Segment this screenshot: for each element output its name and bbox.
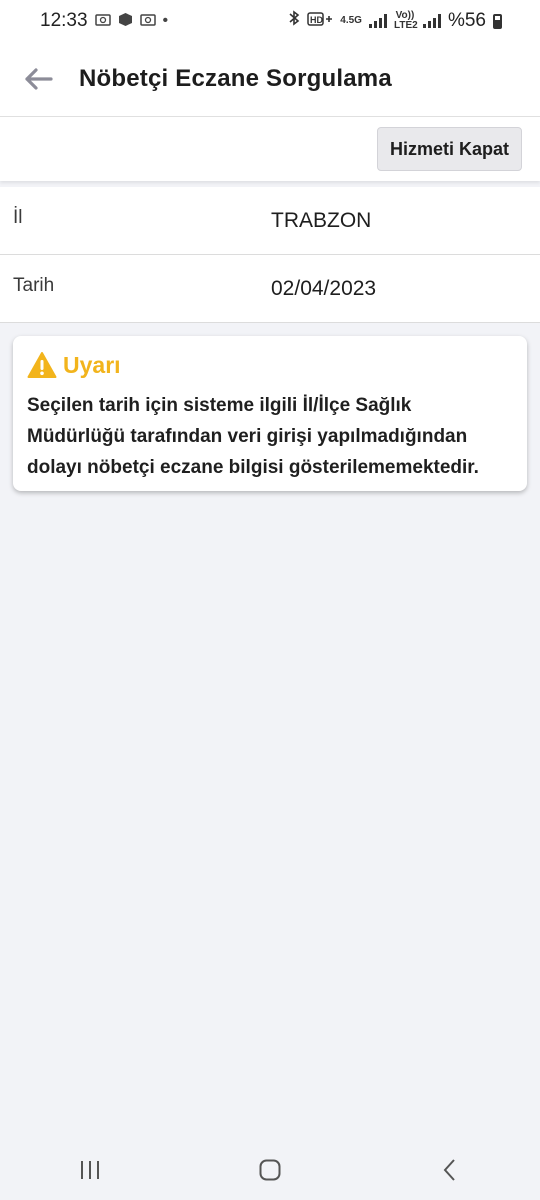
battery-icon	[493, 13, 502, 29]
home-icon	[259, 1159, 281, 1181]
signal-icon	[368, 14, 387, 28]
battery-percent: %56	[447, 10, 486, 31]
recent-apps-button[interactable]	[60, 1140, 120, 1200]
info-value: TRABZON	[271, 209, 372, 232]
status-time: 12:33	[40, 10, 88, 31]
info-row-province: İl TRABZON	[0, 187, 540, 255]
status-left: 12:33 •	[40, 10, 168, 32]
volte-label: Vo)) LTE2	[393, 10, 418, 31]
status-right: HD 4.5G Vo)) LTE2 %56	[288, 10, 502, 32]
warning-title: Uyarı	[63, 351, 121, 378]
nav-back-button[interactable]	[420, 1140, 480, 1200]
hd-icon: HD	[307, 10, 333, 32]
info-label: İl	[13, 207, 23, 228]
home-button[interactable]	[240, 1140, 300, 1200]
cube-icon	[118, 12, 133, 30]
status-bar: 12:33 • HD 4.5G Vo)) LTE2 %56	[0, 0, 540, 42]
info-value: 02/04/2023	[271, 277, 377, 300]
system-nav-bar	[0, 1140, 540, 1200]
network-type-label: 4.5G	[340, 15, 362, 26]
info-row-date: Tarih 02/04/2023	[0, 255, 540, 323]
warning-message: Seçilen tarih için sisteme ilgili İl/İlç…	[27, 395, 479, 478]
info-label: Tarih	[13, 275, 55, 296]
app-bar: Nöbetçi Eczane Sorgulama	[0, 42, 540, 117]
signal-icon	[422, 14, 441, 28]
action-strip: Hizmeti Kapat	[0, 117, 540, 181]
back-button[interactable]	[0, 42, 76, 116]
photo-icon	[139, 13, 156, 29]
back-icon	[443, 1159, 455, 1181]
bluetooth-icon	[288, 10, 300, 32]
arrow-left-icon	[25, 68, 53, 90]
recent-apps-icon	[81, 1161, 99, 1179]
photo-icon	[94, 13, 111, 29]
dot-icon: •	[162, 12, 169, 29]
info-list: İl TRABZON Tarih 02/04/2023	[0, 187, 540, 323]
page-title: Nöbetçi Eczane Sorgulama	[79, 65, 392, 92]
warning-card: Uyarı Seçilen tarih için sisteme ilgili …	[13, 336, 527, 491]
close-service-button[interactable]: Hizmeti Kapat	[376, 127, 522, 171]
warning-triangle-icon	[27, 352, 57, 378]
svg-text:HD: HD	[310, 15, 323, 25]
warning-header: Uyarı	[27, 350, 511, 380]
